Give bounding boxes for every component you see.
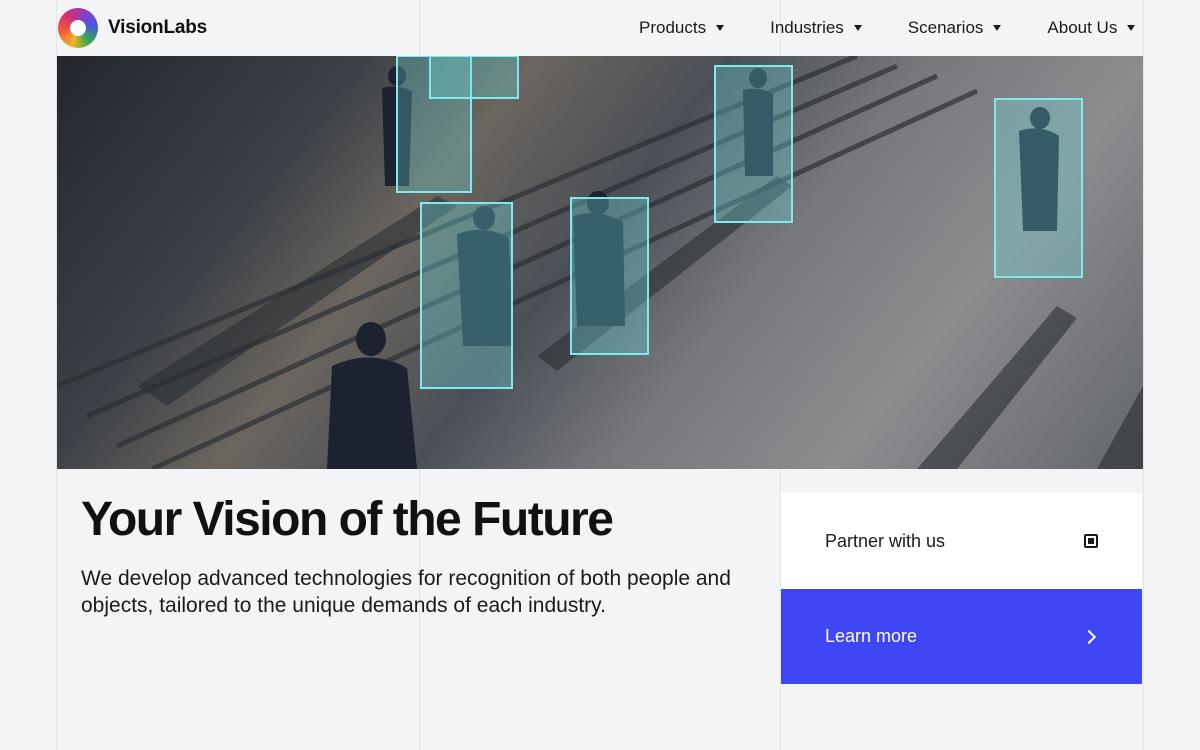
hero-image	[57, 56, 1143, 469]
learn-more-button[interactable]: Learn more	[781, 589, 1142, 684]
nav-item-label: About Us	[1047, 18, 1118, 37]
nav-item-label: Scenarios	[907, 18, 984, 37]
site-header: VisionLabs Products Industries Scenarios…	[0, 0, 1200, 56]
partner-label: Partner with us	[825, 530, 946, 551]
nav-item-label: Industries	[770, 18, 844, 37]
detection-boxes	[396, 56, 1083, 389]
learn-more-label: Learn more	[825, 626, 918, 646]
main-nav: Products Industries Scenarios About Us	[639, 18, 1136, 38]
hero-illustration	[57, 56, 1143, 469]
partner-with-us-button[interactable]: Partner with us	[781, 493, 1142, 589]
nav-item-products[interactable]: Products	[639, 18, 725, 38]
chevron-down-icon	[1127, 25, 1136, 31]
page-title: Your Vision of the Future	[81, 493, 614, 546]
nav-item-scenarios[interactable]: Scenarios	[908, 18, 1002, 38]
stair-lines	[57, 56, 979, 469]
chevron-down-icon	[716, 25, 725, 31]
logo-icon	[58, 8, 98, 48]
arrow-right-icon	[1081, 629, 1097, 644]
chevron-down-icon	[993, 25, 1002, 31]
brand-logo[interactable]: VisionLabs	[58, 8, 207, 48]
grid-line	[1143, 0, 1144, 750]
chevron-down-icon	[853, 25, 862, 31]
nav-item-industries[interactable]: Industries	[770, 18, 862, 38]
hero-description: We develop advanced technologies for rec…	[81, 567, 731, 617]
target-icon	[1084, 534, 1098, 548]
brand-name: VisionLabs	[108, 17, 208, 38]
nav-item-about-us[interactable]: About Us	[1047, 18, 1136, 38]
nav-item-label: Products	[639, 18, 707, 37]
